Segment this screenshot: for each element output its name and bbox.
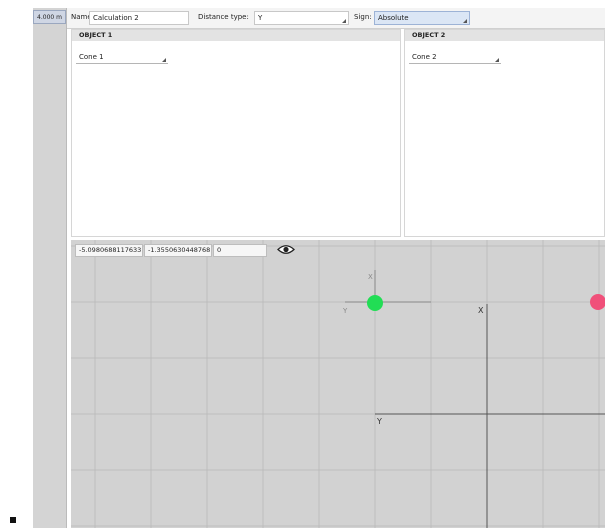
dropdown-caret-icon bbox=[495, 58, 499, 62]
eye-icon[interactable] bbox=[277, 243, 295, 256]
distance-badge: 4.000 m bbox=[33, 10, 66, 24]
object-1-value: Cone 1 bbox=[79, 53, 104, 61]
sign-select[interactable]: Absolute bbox=[374, 11, 470, 25]
coord-z-field[interactable]: 0 bbox=[213, 244, 267, 257]
red-marker[interactable] bbox=[590, 294, 605, 310]
object-1-title: OBJECT 1 bbox=[72, 30, 400, 41]
sign-label: Sign: bbox=[354, 13, 372, 21]
object-1-select[interactable]: Cone 1 bbox=[76, 52, 168, 64]
big-y-axis-label: Y bbox=[377, 417, 382, 426]
small-y-axis-label: Y bbox=[343, 307, 348, 315]
object-2-panel: OBJECT 2 Cone 2 bbox=[404, 29, 605, 237]
coord-y-value: -1.3550630448768 bbox=[148, 246, 211, 254]
left-sidebar bbox=[33, 8, 67, 528]
big-x-axis-label: X bbox=[478, 306, 484, 315]
object-1-panel: OBJECT 1 Cone 1 bbox=[71, 29, 401, 237]
dropdown-caret-icon bbox=[463, 19, 467, 23]
object-2-title: OBJECT 2 bbox=[405, 30, 604, 41]
grid-canvas bbox=[71, 240, 605, 528]
coord-x-field[interactable]: -5.0980688117633 bbox=[75, 244, 143, 257]
eye-icon-svg bbox=[277, 245, 295, 254]
dropdown-caret-icon bbox=[342, 19, 346, 23]
object-2-select[interactable]: Cone 2 bbox=[409, 52, 501, 64]
calculation-header: Name: Calculation 2 Distance type: Y Sig… bbox=[67, 8, 605, 29]
corner-square bbox=[10, 517, 16, 523]
distance-type-select[interactable]: Y bbox=[254, 11, 349, 25]
small-x-axis-label: X bbox=[368, 273, 373, 281]
grid-lines bbox=[71, 240, 605, 528]
small-axis-gizmo bbox=[345, 270, 431, 303]
name-value: Calculation 2 bbox=[93, 14, 139, 22]
sign-value: Absolute bbox=[378, 14, 409, 22]
large-axis-gizmo bbox=[375, 304, 605, 528]
coord-y-field[interactable]: -1.3550630448768 bbox=[144, 244, 212, 257]
distance-type-label: Distance type: bbox=[198, 13, 249, 21]
dropdown-caret-icon bbox=[162, 58, 166, 62]
green-marker[interactable] bbox=[367, 295, 383, 311]
3d-viewport[interactable]: -5.0980688117633 -1.3550630448768 0 X Y … bbox=[71, 240, 605, 528]
distance-type-value: Y bbox=[258, 14, 263, 22]
object-2-value: Cone 2 bbox=[412, 53, 437, 61]
coord-x-value: -5.0980688117633 bbox=[79, 246, 142, 254]
name-input[interactable]: Calculation 2 bbox=[89, 11, 189, 25]
coord-z-value: 0 bbox=[217, 246, 222, 254]
